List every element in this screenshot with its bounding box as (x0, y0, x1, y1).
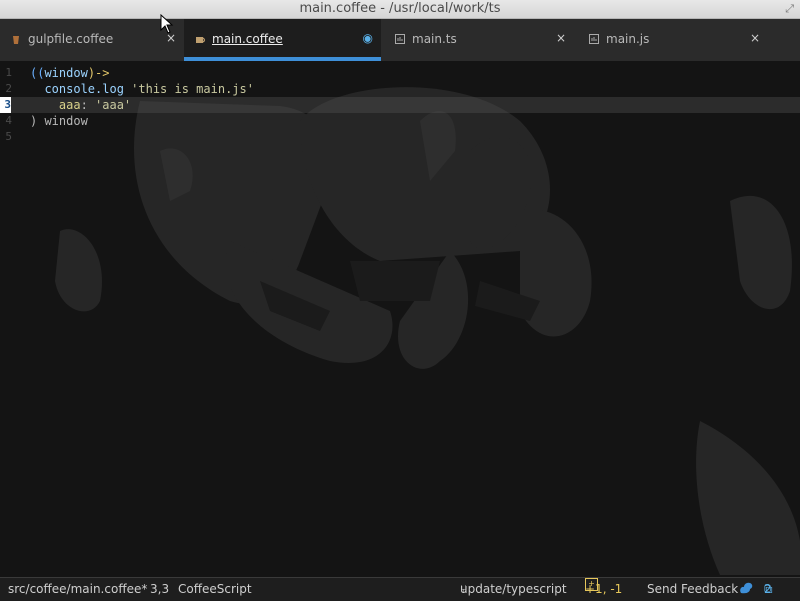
branch-name: update/typescript (460, 582, 567, 596)
package-count: 2 (764, 582, 772, 596)
file-icon (588, 33, 600, 45)
coffee-file-icon (10, 33, 22, 45)
status-grammar[interactable]: CoffeeScript (178, 578, 252, 601)
status-cursor-position[interactable]: 3,3 (150, 578, 169, 601)
status-bar: src/coffee/main.coffee* 3,3 CoffeeScript… (0, 577, 800, 601)
code-line[interactable]: 2 console.log 'this is main.js' (0, 81, 800, 97)
tab-label: main.coffee (212, 32, 283, 46)
code-token: window (44, 66, 88, 80)
code-token: console.log (30, 82, 132, 96)
tab-label: main.js (606, 32, 650, 46)
status-file-path[interactable]: src/coffee/main.coffee* (8, 578, 147, 601)
code-token: 'aaa' (95, 98, 132, 112)
fullscreen-icon[interactable]: ⤢ (785, 0, 794, 18)
code-token: ) window (30, 114, 88, 128)
code-line[interactable]: 5 (0, 129, 800, 145)
code-editor[interactable]: 1 ((window)-> 2 console.log 'this is mai… (0, 61, 800, 575)
code-token: aaa (30, 98, 81, 112)
window-titlebar: main.coffee - /usr/local/work/ts ⤢ (0, 0, 800, 19)
code-token: )-> (87, 66, 110, 80)
squirrel-icon[interactable] (738, 578, 754, 601)
code-token: 'this is main.js' (131, 82, 254, 96)
tab-main-ts[interactable]: main.ts × (384, 19, 574, 59)
tab-label: gulpfile.coffee (28, 32, 114, 46)
line-number: 4 (5, 114, 12, 127)
tab-main-coffee[interactable]: main.coffee ◉ (184, 19, 381, 59)
line-number: 5 (5, 130, 12, 143)
file-icon (394, 33, 406, 45)
close-tab-icon[interactable]: × (750, 31, 760, 45)
code-token: (( (30, 66, 45, 80)
send-feedback-link[interactable]: Send Feedback (647, 578, 738, 601)
modified-indicator-icon[interactable]: ◉ (363, 31, 373, 45)
tab-main-js[interactable]: main.js × (578, 19, 768, 59)
code-lines[interactable]: 1 ((window)-> 2 console.log 'this is mai… (0, 65, 800, 145)
line-number: 1 (5, 66, 12, 79)
diff-count: +1, -1 (585, 582, 623, 596)
line-number: 2 (5, 82, 12, 95)
window-title: main.coffee - /usr/local/work/ts (299, 1, 501, 16)
tab-bar: gulpfile.coffee × main.coffee ◉ main.ts … (0, 19, 800, 61)
code-line[interactable]: 1 ((window)-> (0, 65, 800, 81)
code-line-current[interactable]: 3 aaa: 'aaa' (0, 97, 800, 113)
tab-label: main.ts (412, 32, 457, 46)
coffee-file-icon (194, 33, 206, 45)
tab-gulpfile-coffee[interactable]: gulpfile.coffee × (0, 19, 184, 59)
code-line[interactable]: 4 ) window (0, 113, 800, 129)
code-token: : (80, 98, 96, 112)
line-number: 3 (0, 97, 11, 113)
close-tab-icon[interactable]: × (556, 31, 566, 45)
